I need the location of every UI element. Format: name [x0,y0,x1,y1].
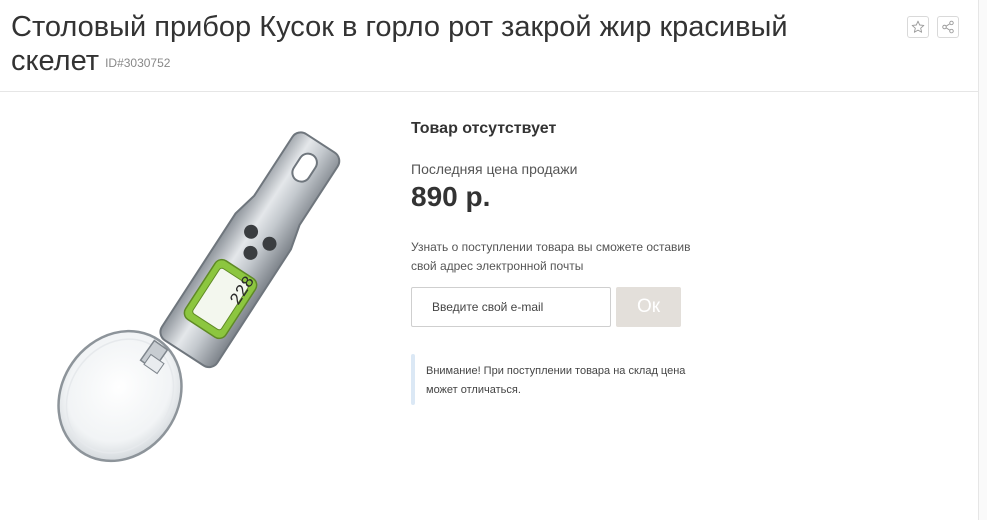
scrollbar-track[interactable] [978,0,987,520]
share-button[interactable] [937,16,959,38]
price-notice: Внимание! При поступлении товара на скла… [411,354,701,405]
page-title: Столовый прибор Кусок в горло рот закрой… [11,10,831,80]
availability-status: Товар отсутствует [411,120,557,137]
product-image[interactable]: 228 [40,118,370,478]
product-id: ID#3030752 [105,56,171,70]
last-price-label: Последняя цена продажи [411,161,578,177]
page-header: Столовый прибор Кусок в горло рот закрой… [0,0,978,92]
share-icon [942,20,954,34]
star-icon [911,20,925,33]
notice-accent-bar [411,354,415,405]
price: 890 р. [411,181,491,212]
notify-description: Узнать о поступлении товара вы сможете о… [411,240,691,273]
favorite-button[interactable] [907,16,929,38]
notice-text: Внимание! При поступлении товара на скла… [426,365,686,396]
submit-button[interactable]: Ок [616,287,681,327]
email-field[interactable] [411,287,611,327]
